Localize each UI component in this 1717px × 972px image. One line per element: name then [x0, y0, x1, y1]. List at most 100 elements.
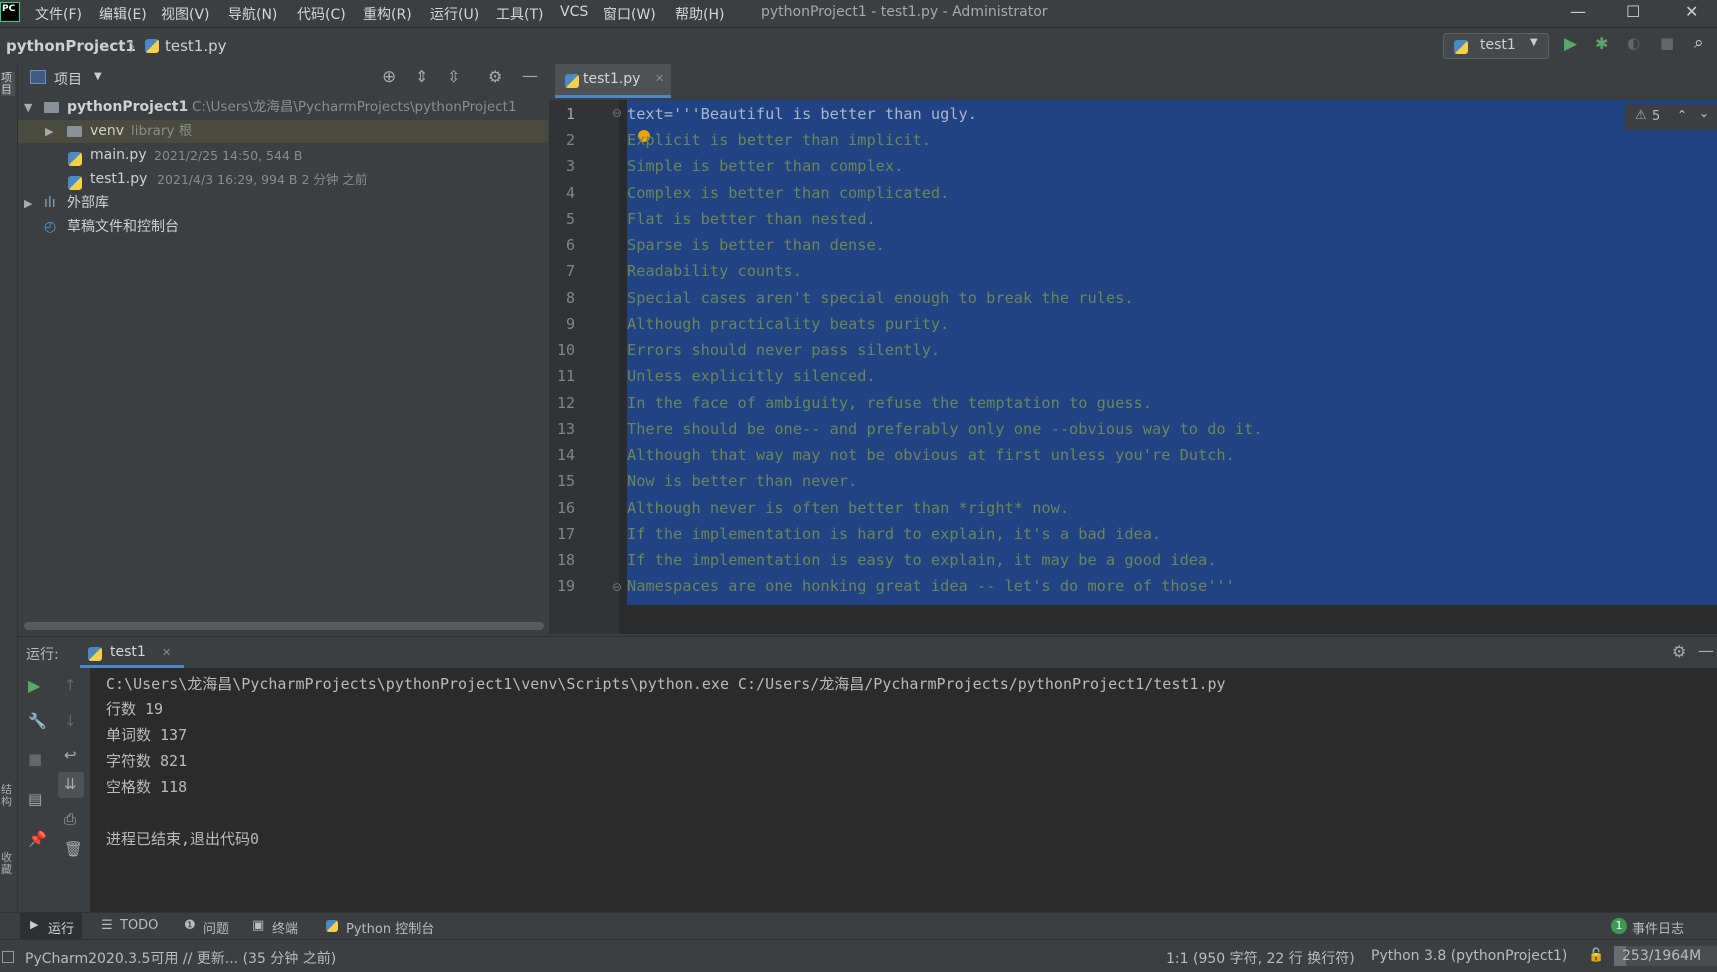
- code-line: Now is better than never.: [627, 472, 858, 490]
- locate-icon[interactable]: ⊕: [382, 67, 396, 87]
- navigation-bar: pythonProject1 〉 test1.py test1 ▼ ▶ ✱ ◐ …: [0, 28, 1717, 63]
- tree-file-name: main.py: [90, 147, 147, 163]
- minimize-icon[interactable]: —: [1570, 2, 1586, 21]
- bottom-tool-tabs: ▶ 运行 ☰ TODO ❶ 问题 ▣ 终端 Python 控制台 1 事件日志: [0, 912, 1717, 940]
- menu-view[interactable]: 视图(V): [161, 4, 210, 24]
- project-panel-header: 项目 ▼ ⊕ ⇕ ⇳ ⚙ —: [18, 62, 548, 95]
- info-icon: ❶: [184, 918, 196, 933]
- run-tab-test1[interactable]: test1 ✕: [80, 637, 184, 668]
- line-number: 19: [556, 577, 575, 595]
- code-line: Sparse is better than dense.: [627, 236, 885, 254]
- trash-icon[interactable]: 🗑: [64, 840, 83, 858]
- hide-panel-icon[interactable]: —: [522, 66, 538, 85]
- run-icon[interactable]: ▶: [1564, 34, 1577, 54]
- menu-refactor[interactable]: 重构(R): [363, 4, 412, 24]
- chevron-right-icon[interactable]: ▶: [45, 120, 53, 143]
- arrow-up-icon[interactable]: ↑: [64, 676, 77, 694]
- chevron-right-icon[interactable]: ▶: [24, 192, 32, 215]
- code-line: Although never is often better than *rig…: [627, 499, 1070, 517]
- menu-window[interactable]: 窗口(W): [603, 4, 656, 24]
- line-number: 4: [565, 184, 575, 202]
- wrench-icon[interactable]: 🔧: [28, 712, 47, 730]
- chevron-up-icon[interactable]: ⌃: [1677, 108, 1687, 122]
- stop-icon[interactable]: ■: [1660, 34, 1674, 52]
- chevron-down-icon[interactable]: ⌄: [1699, 106, 1709, 120]
- menu-help[interactable]: 帮助(H): [675, 4, 724, 24]
- inspection-widget[interactable]: ⚠ 5 ⌃ ⌄: [1625, 104, 1717, 130]
- tree-row-scratches[interactable]: ◴ 草稿文件和控制台: [18, 216, 548, 239]
- coverage-icon[interactable]: ◐: [1627, 34, 1640, 52]
- tree-row-venv[interactable]: ▶ venv library 根: [18, 120, 548, 143]
- tool-windows-icon[interactable]: [2, 951, 14, 963]
- soft-wrap-icon[interactable]: ↩: [64, 746, 77, 764]
- tool-tab-python-console[interactable]: Python 控制台: [346, 918, 434, 937]
- tool-tab-run[interactable]: ▶ 运行: [20, 913, 82, 940]
- gear-icon[interactable]: ⚙: [1672, 642, 1686, 661]
- chevron-down-icon[interactable]: ▼: [94, 71, 102, 82]
- caret-position[interactable]: 1:1 (950 字符, 22 行 换行符): [1166, 948, 1355, 968]
- breadcrumb-project[interactable]: pythonProject1: [6, 37, 136, 55]
- close-window-icon[interactable]: ✕: [1685, 2, 1698, 21]
- gear-icon[interactable]: ⚙: [488, 67, 502, 86]
- memory-indicator[interactable]: 253/1964M: [1614, 946, 1717, 966]
- menu-file[interactable]: 文件(F): [35, 4, 82, 24]
- tool-tab-terminal[interactable]: 终端: [272, 918, 298, 937]
- layout-icon[interactable]: ▤: [28, 790, 42, 808]
- python-icon: [88, 646, 102, 661]
- collapse-all-icon[interactable]: ⇳: [447, 67, 460, 86]
- line-number: 16: [556, 499, 575, 517]
- line-number: 5: [565, 210, 575, 228]
- console-output-line: 行数 19: [106, 700, 164, 718]
- close-icon[interactable]: ✕: [162, 646, 171, 659]
- stop-icon[interactable]: ■: [28, 750, 42, 768]
- tab-label: test1.py: [583, 71, 641, 87]
- menu-code[interactable]: 代码(C): [297, 4, 346, 24]
- line-number: 18: [556, 551, 575, 569]
- line-number: 3: [565, 157, 575, 175]
- close-icon[interactable]: ✕: [655, 72, 664, 85]
- breadcrumb-file[interactable]: test1.py: [165, 37, 227, 55]
- tool-tab-problems[interactable]: 问题: [203, 918, 229, 937]
- hide-panel-icon[interactable]: —: [1698, 641, 1714, 660]
- print-icon[interactable]: ⎙: [64, 810, 76, 828]
- chevron-down-icon[interactable]: ▼: [24, 96, 32, 119]
- fold-icon[interactable]: ⊖: [612, 106, 622, 120]
- tree-row-file[interactable]: test1.py 2021/4/3 16:29, 994 B 2 分钟 之前: [18, 168, 548, 191]
- tree-row-root[interactable]: ▼ pythonProject1 C:\Users\龙海昌\PycharmPro…: [18, 96, 548, 119]
- run-console[interactable]: [90, 668, 1717, 912]
- code-line: Flat is better than nested.: [627, 210, 876, 228]
- maximize-icon[interactable]: ☐: [1626, 2, 1640, 21]
- scroll-to-end-icon[interactable]: ⇊: [64, 775, 77, 793]
- menu-run[interactable]: 运行(U): [430, 4, 479, 24]
- fold-icon[interactable]: ⊖: [612, 580, 622, 594]
- menu-tools[interactable]: 工具(T): [496, 4, 543, 24]
- horizontal-scrollbar[interactable]: [24, 622, 544, 630]
- tab-test1[interactable]: test1.py ✕: [555, 64, 671, 98]
- project-tool-tab[interactable]: 项目: [1, 72, 15, 96]
- arrow-down-icon[interactable]: ↓: [64, 712, 77, 730]
- menu-navigate[interactable]: 导航(N): [228, 4, 277, 24]
- pin-icon[interactable]: 📌: [28, 830, 47, 848]
- python-interpreter[interactable]: Python 3.8 (pythonProject1): [1371, 948, 1567, 964]
- search-icon[interactable]: ⌕: [1694, 33, 1704, 53]
- project-view-icon: [30, 70, 46, 84]
- project-panel-title[interactable]: 项目: [54, 69, 82, 89]
- debug-icon[interactable]: ✱: [1595, 34, 1608, 53]
- menu-edit[interactable]: 编辑(E): [99, 4, 147, 24]
- rerun-icon[interactable]: ▶: [28, 676, 40, 695]
- line-number: 12: [556, 394, 575, 412]
- code-line: Namespaces are one honking great idea --…: [627, 577, 1235, 595]
- favorites-tool-tab[interactable]: 收藏: [1, 852, 15, 876]
- run-config-selector[interactable]: test1 ▼: [1443, 33, 1549, 59]
- status-message[interactable]: PyCharm2020.3.5可用 // 更新... (35 分钟 之前): [25, 948, 336, 968]
- code-line: text='''Beautiful is better than ugly.: [627, 105, 977, 123]
- tree-row-external[interactable]: ▶ ılı 外部库: [18, 192, 548, 215]
- tree-row-file[interactable]: main.py 2021/2/25 14:50, 544 B: [18, 144, 548, 167]
- tool-tab-todo[interactable]: TODO: [120, 918, 158, 933]
- menu-vcs[interactable]: VCS: [560, 4, 588, 20]
- structure-tool-tab[interactable]: 结构: [1, 784, 15, 808]
- expand-all-icon[interactable]: ⇕: [415, 67, 428, 86]
- tool-tab-event-log[interactable]: 事件日志: [1632, 918, 1684, 937]
- lock-icon[interactable]: 🔓: [1588, 948, 1604, 963]
- run-panel-header: 运行: test1 ✕ ⚙ —: [18, 636, 1717, 669]
